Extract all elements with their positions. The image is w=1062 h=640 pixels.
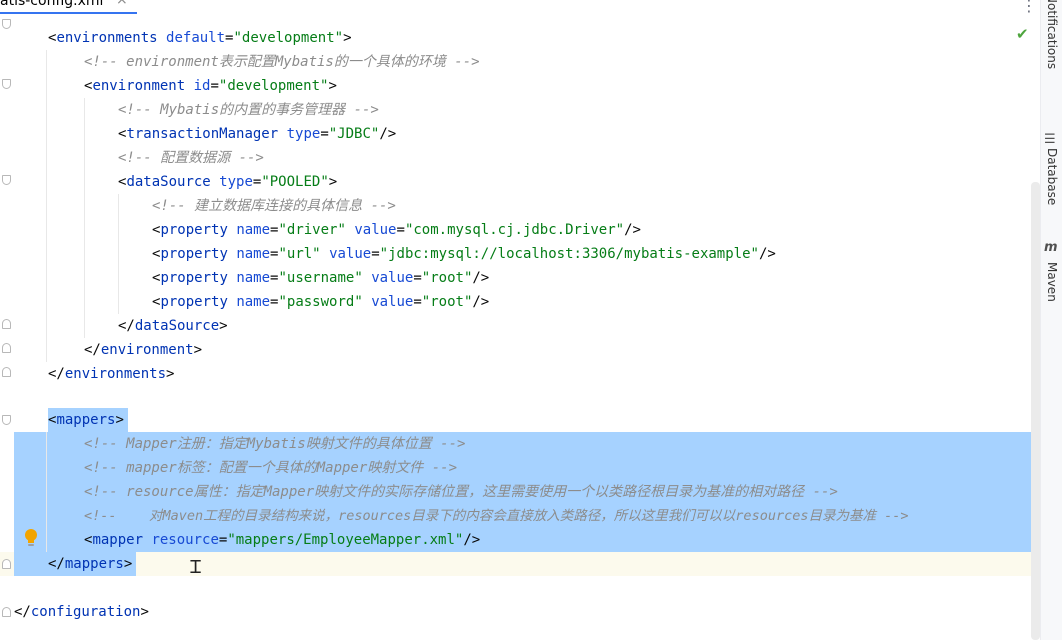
editor-gutter [0,14,14,640]
code-comment: <!-- Mapper注册：指定Mybatis映射文件的具体位置 --> [84,436,466,452]
text-cursor-icon: Ꮖ [190,557,202,578]
tool-window-database[interactable]: ☰ Database [1043,130,1062,220]
code-line: <property name="username" value="root"/> [152,270,490,286]
code-line: </mappers> [48,556,133,572]
code-line: <property name="password" value="root"/> [152,294,490,310]
code-line: <environments default="development"> [48,30,352,46]
code-line: <mappers> [48,412,124,428]
code-line: </environment> [84,342,203,358]
indent-guide [118,194,119,314]
right-tool-strip: Notifications ☰ Database m Maven [1040,0,1062,640]
fold-icon[interactable] [2,319,11,329]
more-options-icon[interactable]: ⋮ [1021,0,1037,14]
fold-icon[interactable] [2,19,11,29]
code-line: <environment id="development"> [84,78,337,94]
maven-icon: m [1044,240,1058,255]
code-line: </configuration> [14,604,149,620]
code-line: </environments> [48,366,175,382]
code-comment: <!-- 对Maven工程的目录结构来说，resources目录下的内容会直接放… [84,508,909,524]
code-line: <transactionManager type="JDBC"/> [118,126,397,142]
tool-label: Notifications [1045,0,1059,70]
indent-guide [84,98,85,338]
tool-window-notifications[interactable]: Notifications [1043,0,1062,110]
editor-tab-bar: atis-config.xml × · · · · · · · · · · · … [0,0,1040,14]
code-line: <dataSource type="POOLED"> [118,174,338,190]
code-comment: <!-- Mybatis的内置的事务管理器 --> [118,102,379,118]
lightbulb-icon[interactable] [24,528,38,548]
tab-filename: atis-config.xml [0,0,104,9]
fold-icon[interactable] [2,559,11,569]
fold-icon[interactable] [2,343,11,353]
code-comment: <!-- environment表示配置Mybatis的一个具体的环境 --> [84,54,480,70]
tool-label: Maven [1045,262,1059,302]
code-comment: <!-- resource属性：指定Mapper映射文件的实际存储位置，这里需要… [84,484,838,500]
database-icon: ☰ [1044,132,1056,147]
code-comment: <!-- 建立数据库连接的具体信息 --> [152,198,396,214]
code-editor[interactable]: <environments default="development"> <!-… [0,14,1040,640]
code-comment: <!-- mapper标签：配置一个具体的Mapper映射文件 --> [84,460,458,476]
code-line: </dataSource> [118,318,228,334]
indent-guide [46,50,47,362]
code-comment: <!-- 配置数据源 --> [118,150,264,166]
caret-line-highlight [0,552,1040,576]
fold-icon[interactable] [2,607,11,617]
fold-icon[interactable] [2,175,11,185]
code-line: <property name="url" value="jdbc:mysql:/… [152,246,776,262]
tool-label: Database [1045,148,1059,206]
fold-icon[interactable] [2,367,11,377]
code-line: <mapper resource="mappers/EmployeeMapper… [84,532,481,548]
editor-tab[interactable]: atis-config.xml × [0,0,137,14]
tool-window-maven[interactable]: m Maven [1043,240,1062,320]
code-line: <property name="driver" value="com.mysql… [152,222,641,238]
vertical-scrollbar[interactable] [1031,182,1040,640]
fold-icon[interactable] [2,415,11,425]
check-icon[interactable]: ✔ [1016,25,1029,43]
fold-icon[interactable] [2,79,11,89]
scrolled-line-fragment: · · · · · · · · · · · · · · · · · · · · … [195,0,1040,7]
close-icon[interactable]: × [116,0,128,8]
indent-guide [46,432,47,552]
